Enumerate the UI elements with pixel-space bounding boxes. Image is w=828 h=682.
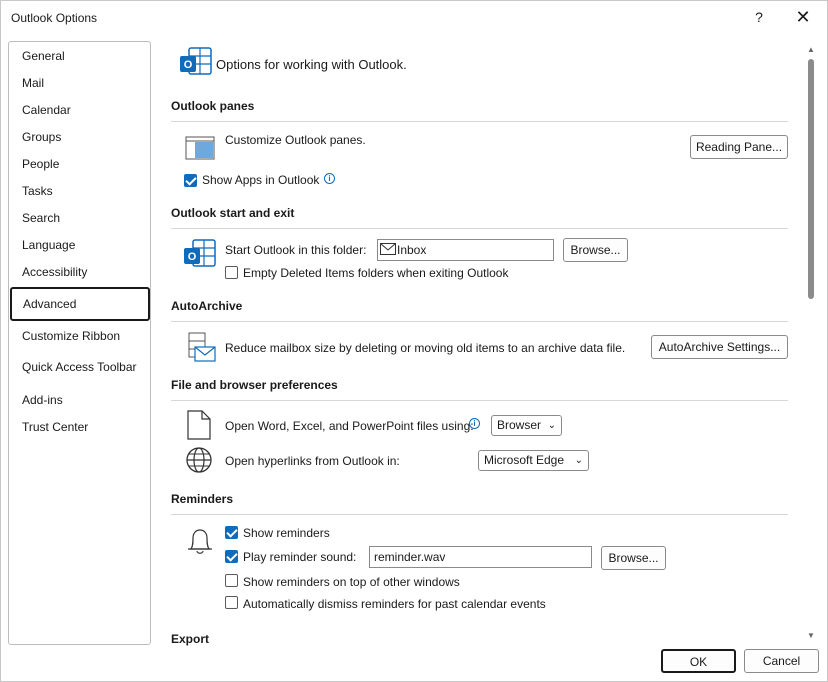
- globe-icon: [185, 446, 213, 477]
- cancel-button[interactable]: Cancel: [744, 649, 819, 673]
- open-files-dropdown[interactable]: Browser ⌄: [491, 415, 562, 436]
- play-sound-checkbox[interactable]: [225, 550, 238, 563]
- on-top-label: Show reminders on top of other windows: [243, 575, 460, 589]
- section-title-file-browser: File and browser preferences: [171, 378, 338, 392]
- close-button[interactable]: ✕: [789, 5, 817, 29]
- info-icon: i: [324, 172, 335, 186]
- ok-button[interactable]: OK: [661, 649, 736, 673]
- autoarchive-description: Reduce mailbox size by deleting or movin…: [225, 341, 626, 355]
- nav-item-tasks[interactable]: Tasks: [22, 184, 53, 198]
- section-title-outlook-panes: Outlook panes: [171, 99, 255, 113]
- show-apps-checkbox[interactable]: [184, 174, 197, 187]
- nav-item-quick-access-toolbar[interactable]: Quick Access Toolbar: [22, 360, 137, 374]
- show-apps-label: Show Apps in Outlook: [202, 173, 320, 187]
- nav-item-accessibility[interactable]: Accessibility: [22, 265, 87, 279]
- nav-item-customize-ribbon[interactable]: Customize Ribbon: [22, 329, 120, 343]
- section-title-reminders: Reminders: [171, 492, 234, 506]
- chevron-down-icon: ⌄: [547, 420, 556, 431]
- empty-deleted-checkbox[interactable]: [225, 266, 238, 279]
- section-divider: [171, 400, 788, 401]
- autoarchive-settings-button[interactable]: AutoArchive Settings...: [651, 335, 788, 359]
- section-divider: [171, 514, 788, 515]
- nav-item-search[interactable]: Search: [22, 211, 60, 225]
- auto-dismiss-checkbox[interactable]: [225, 596, 238, 609]
- window-title: Outlook Options: [11, 11, 98, 25]
- content-scrollbar[interactable]: ▲ ▼: [804, 41, 818, 646]
- start-folder-field[interactable]: Inbox: [377, 239, 554, 261]
- reading-pane-icon: [185, 136, 215, 163]
- nav-item-language[interactable]: Language: [22, 238, 75, 252]
- on-top-checkbox[interactable]: [225, 574, 238, 587]
- sound-file-field[interactable]: reminder.wav: [369, 546, 592, 568]
- section-divider: [171, 321, 788, 322]
- nav-item-advanced[interactable]: Advanced: [10, 287, 150, 321]
- hyperlinks-value: Microsoft Edge: [484, 453, 565, 467]
- play-sound-label: Play reminder sound:: [243, 550, 357, 564]
- nav-item-calendar[interactable]: Calendar: [22, 103, 71, 117]
- nav-item-groups[interactable]: Groups: [22, 130, 61, 144]
- mail-envelope-icon: [380, 241, 396, 261]
- empty-deleted-label: Empty Deleted Items folders when exiting…: [243, 266, 509, 280]
- archive-icon: [185, 331, 219, 368]
- scroll-down-arrow-icon[interactable]: ▼: [807, 631, 815, 640]
- open-files-label: Open Word, Excel, and PowerPoint files u…: [225, 419, 474, 433]
- document-icon: [187, 410, 211, 443]
- info-icon: i: [469, 417, 480, 431]
- scroll-thumb[interactable]: [808, 59, 814, 299]
- start-folder-label: Start Outlook in this folder:: [225, 243, 367, 257]
- chevron-down-icon: ⌄: [574, 455, 583, 466]
- outlook-options-dialog: Outlook Options ? ✕ General Mail Calenda…: [0, 0, 828, 682]
- hyperlinks-dropdown[interactable]: Microsoft Edge ⌄: [478, 450, 589, 471]
- start-folder-value: Inbox: [397, 243, 427, 257]
- nav-item-general[interactable]: General: [22, 49, 65, 63]
- section-title-start-exit: Outlook start and exit: [171, 206, 295, 220]
- section-divider: [171, 228, 788, 229]
- page-heading: Options for working with Outlook.: [216, 57, 407, 72]
- section-divider: [171, 121, 788, 122]
- section-title-autoarchive: AutoArchive: [171, 299, 243, 313]
- customize-panes-text: Customize Outlook panes.: [225, 133, 366, 147]
- start-folder-browse-button[interactable]: Browse...: [563, 238, 628, 262]
- svg-text:O: O: [184, 59, 193, 71]
- title-bar: Outlook Options ? ✕: [1, 1, 827, 35]
- outlook-logo-icon: O: [179, 47, 213, 82]
- nav-item-people[interactable]: People: [22, 157, 59, 171]
- show-reminders-checkbox[interactable]: [225, 526, 238, 539]
- show-reminders-label: Show reminders: [243, 526, 330, 540]
- help-button[interactable]: ?: [747, 5, 771, 29]
- nav-item-add-ins[interactable]: Add-ins: [22, 393, 63, 407]
- advanced-options-panel: O Options for working with Outlook. Outl…: [161, 41, 806, 646]
- open-files-value: Browser: [497, 418, 542, 432]
- svg-text:O: O: [188, 251, 197, 263]
- nav-item-trust-center[interactable]: Trust Center: [22, 420, 88, 434]
- reading-pane-button[interactable]: Reading Pane...: [690, 135, 788, 159]
- scroll-up-arrow-icon[interactable]: ▲: [807, 45, 815, 54]
- outlook-folder-icon: O: [183, 239, 217, 274]
- section-title-export: Export: [171, 632, 210, 646]
- options-nav: General Mail Calendar Groups People Task…: [8, 41, 151, 645]
- hyperlinks-label: Open hyperlinks from Outlook in:: [225, 454, 400, 468]
- sound-browse-button[interactable]: Browse...: [601, 546, 666, 570]
- nav-item-mail[interactable]: Mail: [22, 76, 44, 90]
- auto-dismiss-label: Automatically dismiss reminders for past…: [243, 597, 546, 611]
- bell-icon: [185, 525, 215, 560]
